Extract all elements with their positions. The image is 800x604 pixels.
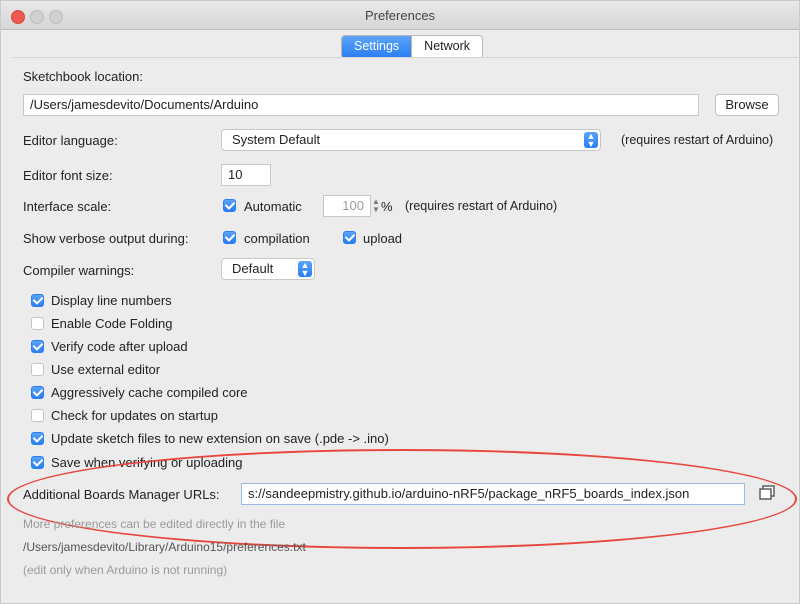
enable-code-folding-checkbox[interactable] bbox=[31, 317, 44, 330]
highlight-annotation-oval bbox=[7, 449, 797, 549]
compiler-warnings-value: Default bbox=[232, 261, 274, 276]
verbose-output-label: Show verbose output during: bbox=[23, 231, 189, 246]
interface-scale-label: Interface scale: bbox=[23, 199, 112, 214]
upload-checkbox[interactable] bbox=[343, 231, 356, 244]
compilation-label: compilation bbox=[244, 231, 310, 246]
editor-font-size-input[interactable]: 10 bbox=[221, 164, 271, 186]
option-label: Verify code after upload bbox=[51, 339, 188, 354]
preferences-file-path: /Users/jamesdevito/Library/Arduino15/pre… bbox=[23, 540, 306, 554]
editor-language-select[interactable]: System Default ▲ ▼ bbox=[221, 129, 601, 151]
tab-bar: Settings Network bbox=[341, 35, 484, 59]
editor-language-note: (requires restart of Arduino) bbox=[621, 133, 774, 147]
editor-language-value: System Default bbox=[232, 132, 321, 147]
option-label: Aggressively cache compiled core bbox=[51, 385, 248, 400]
select-arrows-icon: ▲ ▼ bbox=[298, 261, 312, 278]
save-when-verifying-checkbox[interactable] bbox=[31, 456, 44, 469]
compilation-checkbox[interactable] bbox=[223, 231, 236, 244]
option-label: Display line numbers bbox=[51, 293, 172, 308]
compiler-warnings-label: Compiler warnings: bbox=[23, 263, 135, 278]
scale-unit: % bbox=[381, 199, 393, 214]
sketchbook-label: Sketchbook location: bbox=[23, 69, 143, 84]
update-sketch-extension-checkbox[interactable] bbox=[31, 432, 44, 445]
footer-note-line3: (edit only when Arduino is not running) bbox=[23, 563, 228, 577]
use-external-editor-checkbox[interactable] bbox=[31, 363, 44, 376]
scale-stepper-icon[interactable]: ▲ ▼ bbox=[372, 198, 380, 214]
tab-network[interactable]: Network bbox=[411, 36, 482, 58]
tab-settings[interactable]: Settings bbox=[342, 36, 412, 58]
upload-label: upload bbox=[363, 231, 403, 246]
window-title: Preferences bbox=[364, 8, 436, 23]
display-line-numbers-checkbox[interactable] bbox=[31, 294, 44, 307]
option-label: Update sketch files to new extension on … bbox=[51, 431, 389, 446]
interface-scale-note: (requires restart of Arduino) bbox=[405, 199, 558, 213]
option-label: Check for updates on startup bbox=[51, 408, 218, 423]
cache-compiled-core-checkbox[interactable] bbox=[31, 386, 44, 399]
automatic-scale-label: Automatic bbox=[244, 199, 302, 214]
interface-scale-input[interactable]: 100 bbox=[323, 195, 371, 217]
check-updates-checkbox[interactable] bbox=[31, 409, 44, 422]
sketchbook-location-input[interactable]: /Users/jamesdevito/Documents/Arduino bbox=[23, 94, 699, 116]
automatic-scale-checkbox[interactable] bbox=[223, 199, 236, 212]
preferences-window: Preferences Settings Network Sketchbook … bbox=[0, 0, 800, 604]
footer-note-line1: More preferences can be edited directly … bbox=[23, 517, 286, 531]
select-arrows-icon: ▲ ▼ bbox=[584, 132, 598, 149]
editor-language-label: Editor language: bbox=[23, 133, 118, 148]
editor-font-size-label: Editor font size: bbox=[23, 168, 113, 183]
compiler-warnings-select[interactable]: Default ▲ ▼ bbox=[221, 258, 315, 280]
browse-button[interactable]: Browse bbox=[715, 94, 779, 116]
title-bar: Preferences bbox=[1, 1, 799, 30]
option-label: Enable Code Folding bbox=[51, 316, 173, 331]
verify-after-upload-checkbox[interactable] bbox=[31, 340, 44, 353]
option-label: Use external editor bbox=[51, 362, 161, 377]
